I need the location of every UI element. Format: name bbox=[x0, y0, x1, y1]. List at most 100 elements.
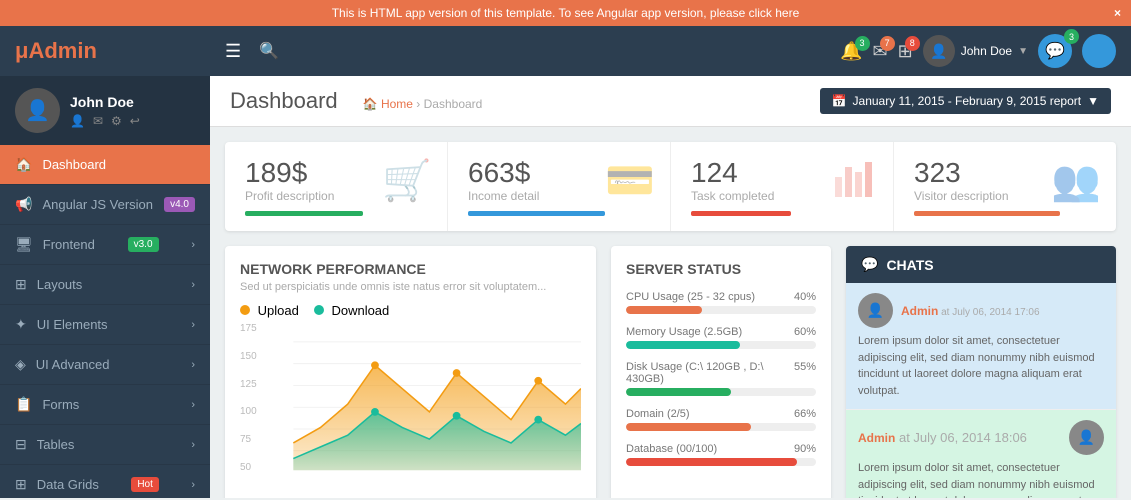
y-axis-labels: 175 150 125 100 75 50 bbox=[240, 323, 257, 473]
chat-meta-1: Admin at July 06, 2014 17:06 bbox=[901, 304, 1040, 318]
sidebar-item-ui-advanced[interactable]: ◈ UI Advanced › bbox=[0, 345, 210, 385]
close-topbar-button[interactable]: × bbox=[1114, 6, 1121, 20]
sidebar-label-forms: Forms bbox=[42, 397, 79, 412]
page-title: Dashboard bbox=[230, 88, 338, 114]
header-username: John Doe bbox=[961, 44, 1012, 58]
chats-panel: 💬 CHATS 👤 Admin at July 06, 2014 17:06 bbox=[846, 246, 1116, 498]
download-dot bbox=[314, 305, 324, 315]
chats-header: 💬 CHATS bbox=[846, 246, 1116, 283]
chats-title: CHATS bbox=[886, 257, 933, 273]
ui-elements-icon: ✦ bbox=[15, 316, 27, 333]
notifications-tasks-button[interactable]: ⊞ 8 bbox=[898, 41, 913, 62]
layouts-icon: ⊞ bbox=[15, 276, 27, 293]
disk-label: Disk Usage (C:\ 120GB , D:\ 430GB) 55% bbox=[626, 361, 816, 385]
breadcrumb-separator: › bbox=[416, 97, 423, 111]
frontend-badge: v3.0 bbox=[128, 237, 159, 252]
breadcrumb-current: Dashboard bbox=[424, 97, 483, 111]
sidebar-item-layouts[interactable]: ⊞ Layouts › bbox=[0, 265, 210, 305]
sidebar-label-layouts: Layouts bbox=[37, 277, 83, 292]
main-layout: 👤 John Doe 👤 ✉ ⚙ ↩ 🏠 Dashboard 📢 Angular… bbox=[0, 76, 1131, 498]
sidebar: 👤 John Doe 👤 ✉ ⚙ ↩ 🏠 Dashboard 📢 Angular… bbox=[0, 76, 210, 498]
user-profile-icon[interactable]: 👤 bbox=[70, 114, 85, 128]
stats-row: 189$ Profit description 🛒 663$ Income de… bbox=[225, 142, 1116, 231]
chat-avatar-1: 👤 bbox=[858, 293, 893, 328]
server-title: SERVER STATUS bbox=[626, 261, 816, 277]
brand-logo: μAdmin bbox=[15, 38, 225, 64]
tasks-badge: 8 bbox=[905, 36, 920, 51]
breadcrumb-home-link[interactable]: Home bbox=[381, 97, 413, 111]
user-profile-button[interactable] bbox=[1082, 34, 1116, 68]
menu-toggle-button[interactable]: ☰ bbox=[225, 41, 241, 62]
user-mail-icon[interactable]: ✉ bbox=[93, 114, 103, 128]
datagrids-badge: Hot bbox=[131, 477, 159, 492]
sidebar-item-datagrids[interactable]: ⊞ Data Grids Hot › bbox=[0, 465, 210, 498]
chat-name-1: Admin at July 06, 2014 17:06 bbox=[901, 304, 1040, 318]
stat-card-profit: 189$ Profit description 🛒 bbox=[225, 142, 448, 231]
chart-svg bbox=[240, 323, 581, 493]
sidebar-username: John Doe bbox=[70, 94, 140, 110]
stat-card-visitors: 323 Visitor description 👥 bbox=[894, 142, 1116, 231]
stat-bar-income bbox=[468, 211, 605, 216]
chat-badge: 3 bbox=[1064, 29, 1079, 44]
server-item-memory: Memory Usage (2.5GB) 60% bbox=[626, 326, 816, 349]
cpu-value: 40% bbox=[794, 291, 816, 303]
cpu-label: CPU Usage (25 - 32 cpus) 40% bbox=[626, 291, 816, 303]
top-bar-message: This is HTML app version of this templat… bbox=[332, 6, 800, 20]
server-item-database: Database (00/100) 90% bbox=[626, 443, 816, 466]
domain-value: 66% bbox=[794, 408, 816, 420]
mail-badge: 7 bbox=[880, 36, 895, 51]
page-header: Dashboard 🏠 Home › Dashboard 📅 January 1… bbox=[210, 76, 1131, 127]
stat-card-tasks: 124 Task completed bbox=[671, 142, 894, 231]
chat-name-2: Admin at July 06, 2014 18:06 bbox=[858, 430, 1061, 445]
sidebar-avatar: 👤 bbox=[15, 88, 60, 133]
network-panel: NETWORK PERFORMANCE Sed ut perspiciatis … bbox=[225, 246, 596, 498]
upload-peak2-dot bbox=[453, 369, 461, 377]
search-button[interactable]: 🔍 bbox=[259, 41, 279, 61]
domain-bar-bg bbox=[626, 423, 816, 431]
tables-icon: ⊟ bbox=[15, 436, 27, 453]
chats-bubble-icon: 💬 bbox=[861, 256, 878, 273]
user-menu-button[interactable]: 👤 John Doe ▼ bbox=[923, 35, 1028, 67]
sidebar-item-tables[interactable]: ⊟ Tables › bbox=[0, 425, 210, 465]
top-notification-bar: This is HTML app version of this templat… bbox=[0, 0, 1131, 26]
user-logout-icon[interactable]: ↩ bbox=[130, 114, 140, 128]
date-range-text: January 11, 2015 - February 9, 2015 repo… bbox=[853, 94, 1082, 108]
date-range-button[interactable]: 📅 January 11, 2015 - February 9, 2015 re… bbox=[820, 88, 1111, 114]
download-peak2-dot bbox=[453, 412, 461, 420]
sidebar-item-frontend[interactable]: 🖥 Frontend v3.0 › bbox=[0, 225, 210, 265]
upload-dot bbox=[240, 305, 250, 315]
domain-label: Domain (2/5) 66% bbox=[626, 408, 816, 420]
user-settings-icon[interactable]: ⚙ bbox=[111, 114, 122, 128]
chat-icon: 💬 bbox=[1045, 41, 1065, 61]
sidebar-item-dashboard[interactable]: 🏠 Dashboard bbox=[0, 145, 210, 185]
download-peak3-dot bbox=[534, 416, 542, 424]
memory-label: Memory Usage (2.5GB) 60% bbox=[626, 326, 816, 338]
sidebar-item-angularjs[interactable]: 📢 Angular JS Version v4.0 bbox=[0, 185, 210, 225]
server-item-cpu: CPU Usage (25 - 32 cpus) 40% bbox=[626, 291, 816, 314]
notifications-mail-button[interactable]: ✉ 7 bbox=[873, 41, 888, 62]
chat-avatar-2: 👤 bbox=[1069, 420, 1104, 455]
forms-icon: 📋 bbox=[15, 396, 32, 413]
notifications-bell-button[interactable]: 🔔 3 bbox=[840, 41, 862, 62]
chat-button[interactable]: 💬 3 bbox=[1038, 34, 1072, 68]
forms-chevron-icon: › bbox=[191, 399, 195, 411]
memory-bar-bg bbox=[626, 341, 816, 349]
frontend-icon: 🖥 bbox=[15, 236, 33, 253]
frontend-chevron-icon: › bbox=[191, 239, 195, 251]
sidebar-item-ui-elements[interactable]: ✦ UI Elements › bbox=[0, 305, 210, 345]
stat-card-income: 663$ Income detail 💳 bbox=[448, 142, 671, 231]
chat-msg-header-2: Admin at July 06, 2014 18:06 👤 bbox=[858, 420, 1104, 455]
datagrids-icon: ⊞ bbox=[15, 476, 27, 493]
date-dropdown-icon: ▼ bbox=[1087, 94, 1099, 108]
memory-bar-fill bbox=[626, 341, 740, 349]
sidebar-item-forms[interactable]: 📋 Forms › bbox=[0, 385, 210, 425]
sidebar-user-section: 👤 John Doe 👤 ✉ ⚙ ↩ bbox=[0, 76, 210, 145]
chart-legend: Upload Download bbox=[240, 303, 581, 318]
bell-badge: 3 bbox=[855, 36, 870, 51]
legend-download: Download bbox=[314, 303, 389, 318]
sidebar-label-angularjs: Angular JS Version bbox=[42, 197, 153, 212]
page-title-section: Dashboard 🏠 Home › Dashboard bbox=[230, 88, 482, 114]
user-avatar-header: 👤 bbox=[923, 35, 955, 67]
layouts-chevron-icon: › bbox=[191, 279, 195, 291]
domain-bar-fill bbox=[626, 423, 751, 431]
